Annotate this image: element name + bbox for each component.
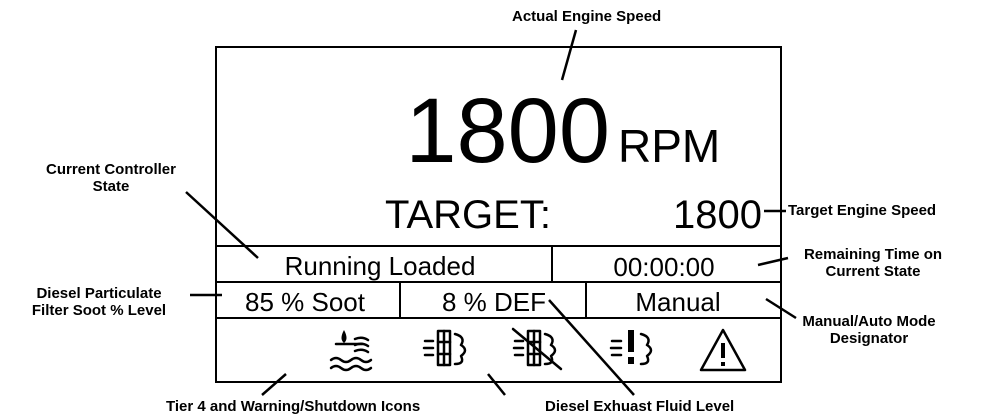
- label-actual-engine-speed: Actual Engine Speed: [512, 8, 662, 25]
- def-level-value: 8 % DEF: [442, 287, 546, 317]
- label-remaining-time-line2: Current State: [825, 263, 921, 280]
- label-dpf-soot-level: Diesel Particulate Filter Soot % Level: [8, 285, 190, 319]
- soot-level-value: 85 % Soot: [245, 287, 366, 317]
- label-dpf-soot-level-line1: Diesel Particulate: [36, 285, 162, 302]
- label-mode-designator-line1: Manual/Auto Mode: [802, 313, 936, 330]
- dpf-regen-inhibit-icon: [511, 327, 563, 371]
- leader-t4-icons-secondary: [487, 373, 506, 396]
- coolant-level-icon: [329, 330, 373, 372]
- engine-speed-value: 1800: [405, 80, 610, 182]
- dpf-regen-icon: [422, 329, 467, 367]
- leader-controller-state: [185, 191, 259, 259]
- warning-triangle-icon: [699, 328, 747, 372]
- target-label: TARGET:: [385, 193, 551, 237]
- engine-speed-unit: RPM: [618, 120, 720, 172]
- label-current-controller-state: Current Controller State: [26, 161, 196, 195]
- label-current-controller-state-line1: Current Controller: [45, 161, 176, 178]
- label-target-engine-speed: Target Engine Speed: [788, 202, 937, 219]
- remaining-time-value: 00:00:00: [613, 252, 714, 282]
- leader-actual-speed: [560, 29, 578, 81]
- label-current-controller-state-line2: State: [92, 178, 130, 195]
- mode-value: Manual: [635, 287, 720, 317]
- label-mode-designator-line2: Designator: [829, 330, 909, 347]
- label-def-level: Diesel Exhuast Fluid Level: [545, 398, 735, 415]
- dpf-warning-icon: [609, 330, 653, 366]
- label-dpf-soot-level-line2: Filter Soot % Level: [31, 302, 167, 319]
- label-remaining-time-line1: Remaining Time on: [803, 246, 943, 263]
- hmi-diagram: 1800 RPM TARGET: 1800 Running Loaded 00:…: [0, 0, 998, 419]
- label-tier4-icons: Tier 4 and Warning/Shutdown Icons: [166, 398, 421, 415]
- leader-t4-icons: [261, 373, 287, 396]
- label-remaining-time: Remaining Time on Current State: [788, 246, 958, 280]
- leader-remaining-time: [757, 256, 789, 267]
- target-speed-value: 1800: [673, 193, 762, 237]
- label-mode-designator: Manual/Auto Mode Designator: [770, 313, 968, 347]
- controller-state-value: Running Loaded: [285, 251, 476, 281]
